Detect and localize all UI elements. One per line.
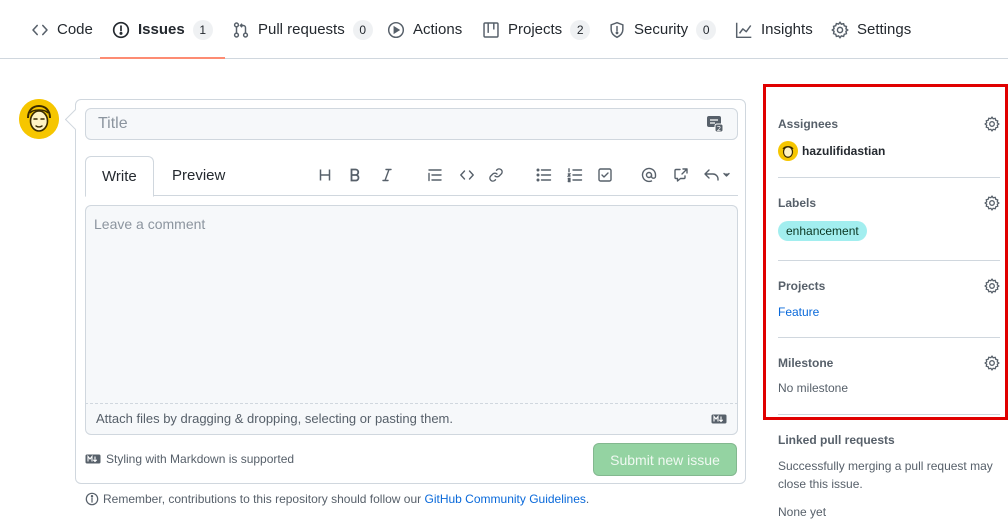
guidelines-text: Remember, contributions to this reposito…: [103, 492, 425, 506]
tab-label: Pull requests: [258, 21, 345, 38]
code-icon[interactable]: [456, 164, 478, 186]
attach-files-area[interactable]: Attach files by dragging & dropping, sel…: [85, 403, 738, 435]
mention-icon[interactable]: [638, 164, 660, 186]
cross-reference-icon[interactable]: [670, 164, 692, 186]
author-avatar: [19, 99, 59, 139]
svg-text:2: 2: [717, 125, 721, 133]
ordered-list-icon[interactable]: [564, 164, 586, 186]
comment-textarea[interactable]: [85, 205, 738, 403]
tasklist-icon[interactable]: [594, 164, 616, 186]
saved-replies-icon[interactable]: 2: [706, 115, 724, 133]
reply-icon[interactable]: [703, 164, 733, 186]
play-icon: [387, 21, 405, 39]
projects-count-badge: 2: [570, 19, 591, 40]
pull-requests-count-badge: 0: [352, 19, 373, 40]
tab-code[interactable]: Code: [31, 0, 93, 59]
tab-label: Code: [57, 21, 93, 38]
italic-icon[interactable]: [376, 164, 398, 186]
linked-prs-description: Successfully merging a pull request may …: [778, 459, 993, 491]
graph-icon: [735, 21, 753, 39]
tab-preview[interactable]: Preview: [156, 156, 241, 196]
sidebar-highlight-box: [763, 84, 1008, 420]
tab-label: Projects: [508, 21, 563, 38]
submit-new-issue-button[interactable]: Submit new issue: [593, 443, 737, 476]
linked-prs-value: None yet: [778, 505, 827, 519]
linked-prs-heading: Linked pull requests: [778, 433, 895, 447]
community-guidelines-note: Remember, contributions to this reposito…: [85, 492, 589, 506]
gear-icon: [831, 20, 849, 39]
info-icon: [85, 492, 99, 506]
code-icon: [31, 21, 49, 39]
tab-label: Actions: [413, 21, 463, 38]
unordered-list-icon[interactable]: [533, 164, 555, 186]
markdown-note-text: Styling with Markdown is supported: [106, 452, 295, 466]
linked-pull-requests-section: Linked pull requests Successfully mergin…: [778, 431, 1000, 521]
tab-issues[interactable]: Issues 1: [100, 0, 225, 59]
tab-label: Settings: [857, 21, 912, 38]
new-issue-form: 2 Write Preview Attach files by dra: [75, 99, 746, 484]
issues-count-badge: 1: [192, 19, 213, 40]
guidelines-suffix: .: [585, 492, 590, 506]
attach-files-text: Attach files by dragging & dropping, sel…: [96, 411, 453, 426]
issue-opened-icon: [112, 21, 130, 39]
tab-pull-requests[interactable]: Pull requests 0: [232, 0, 373, 59]
tab-write[interactable]: Write: [85, 156, 154, 197]
security-count-badge: 0: [696, 19, 717, 40]
markdown-icon: [711, 413, 727, 425]
repo-navigation: Code Issues 1 Pull requests 0 Actions Pr…: [0, 0, 1008, 59]
tab-label: Security: [634, 21, 689, 38]
markdown-icon: [85, 453, 101, 465]
community-guidelines-link[interactable]: GitHub Community Guidelines: [425, 492, 586, 506]
tab-projects[interactable]: Projects 2: [482, 0, 591, 59]
quote-icon[interactable]: [424, 164, 446, 186]
issue-title-input[interactable]: [85, 108, 738, 140]
bold-icon[interactable]: [344, 164, 366, 186]
tab-security[interactable]: Security 0: [608, 0, 717, 59]
tab-label: Insights: [761, 21, 813, 38]
tab-actions[interactable]: Actions: [387, 0, 462, 59]
heading-icon[interactable]: [314, 164, 336, 186]
table-icon: [482, 21, 500, 39]
markdown-support-note[interactable]: Styling with Markdown is supported: [85, 452, 294, 466]
git-pull-request-icon: [232, 21, 250, 39]
tab-settings[interactable]: Settings: [831, 0, 911, 59]
tab-insights[interactable]: Insights: [735, 0, 813, 59]
shield-icon: [608, 21, 626, 39]
link-icon[interactable]: [485, 164, 507, 186]
tab-label: Issues: [138, 21, 185, 38]
